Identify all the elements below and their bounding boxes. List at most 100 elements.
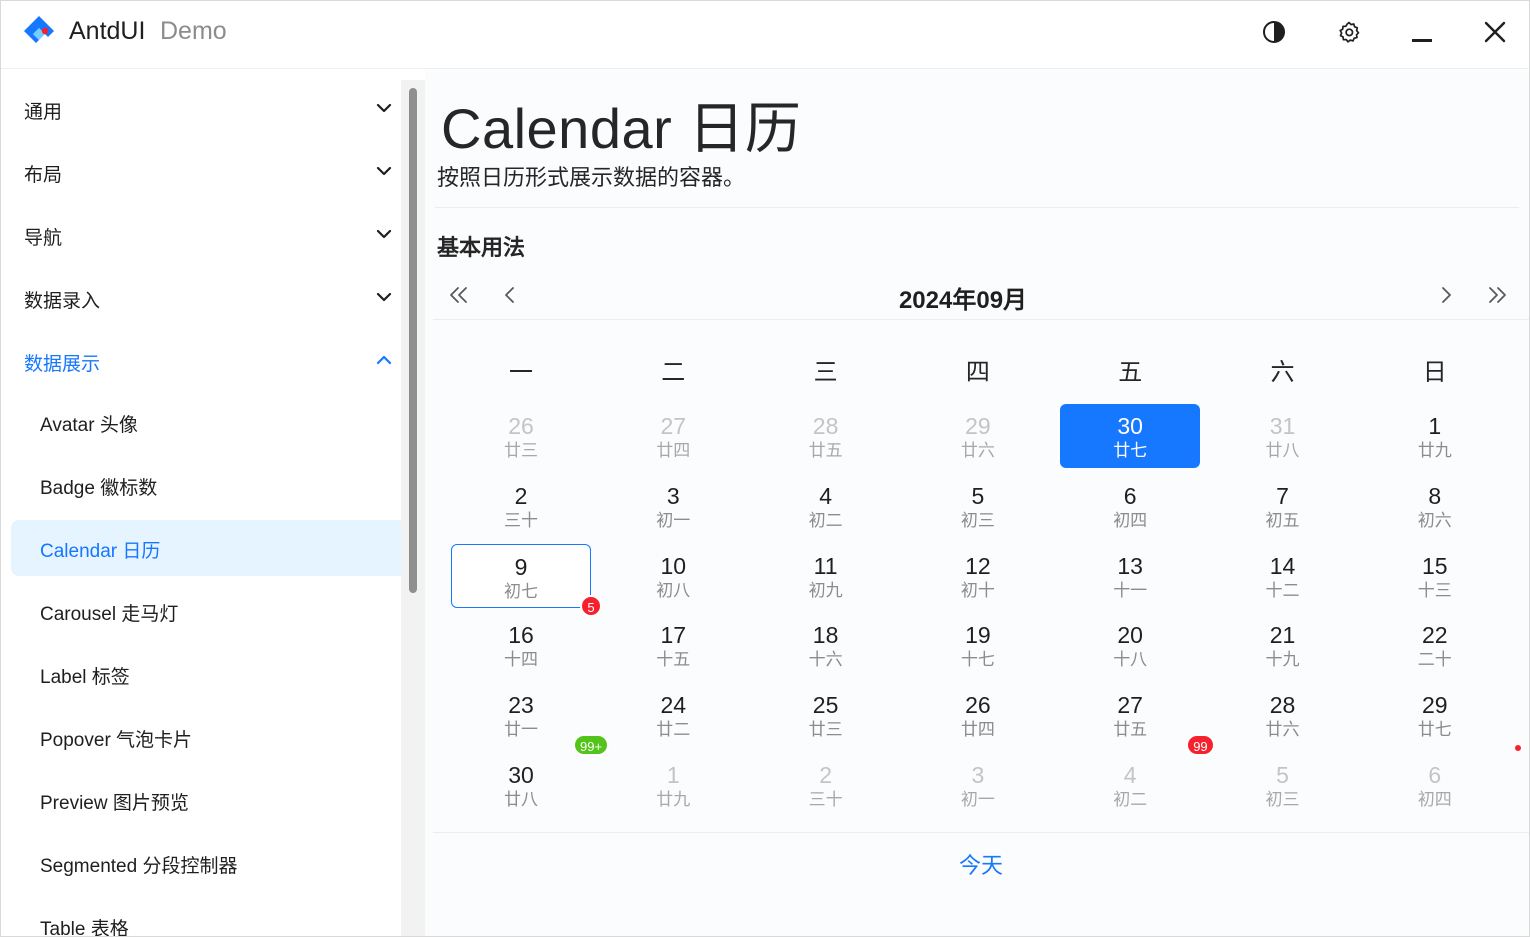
menu-group-data-display[interactable]: 数据展示 [11, 334, 409, 386]
day-number: 28 [812, 413, 839, 439]
calendar-day-cell[interactable]: 24 廿二 [603, 683, 743, 747]
lunar-date: 廿七 [1417, 720, 1452, 740]
calendar-day-cell[interactable]: 2 三十 [451, 474, 591, 538]
lunar-date: 初一 [656, 510, 691, 530]
calendar-day-cell[interactable]: 26 廿四 [908, 683, 1048, 747]
menu-group-data-entry[interactable]: 数据录入 [11, 271, 409, 323]
calendar-day-cell[interactable]: 28 廿五 [756, 404, 896, 468]
sidebar-item-popover[interactable]: Popover 气泡卡片 [11, 709, 425, 765]
day-number: 2 [514, 482, 528, 509]
settings-button[interactable] [1329, 13, 1369, 51]
chevron-left-icon [505, 287, 514, 303]
lunar-date: 初二 [808, 510, 843, 530]
day-number: 16 [508, 622, 534, 649]
calendar-day-cell[interactable]: 20 十八 [1060, 613, 1200, 677]
lunar-date: 初五 [1265, 510, 1300, 530]
calendar-day-cell[interactable]: 10 初八 [603, 544, 743, 608]
menu-group-label: 导航 [24, 228, 63, 249]
calendar-day-cell[interactable]: 19 十七 [908, 613, 1048, 677]
sidebar-item-carousel[interactable]: Carousel 走马灯 [11, 583, 425, 639]
calendar-day-cell[interactable]: 2 三十 [756, 753, 896, 817]
day-number: 30 [1117, 413, 1143, 439]
title-bar: AntdUI Demo [1, 1, 1529, 69]
app-window: AntdUI Demo 通用 布局 导航 数据录入 数据展示 Avatar 头像… [0, 0, 1530, 937]
calendar-day-cell[interactable]: 15 十三 [1365, 544, 1505, 608]
sidebar-item-label: Calendar 日历 [40, 541, 161, 562]
weekday-label: 六 [1270, 359, 1295, 386]
calendar-day-cell[interactable]: 13 十一 [1060, 544, 1200, 608]
sidebar-item-label-tag[interactable]: Label 标签 [11, 646, 425, 702]
divider [435, 207, 1519, 208]
lunar-date: 初十 [960, 580, 995, 600]
prev-month-button[interactable] [492, 280, 528, 310]
calendar-day-cell[interactable]: 30 廿七 [1060, 404, 1201, 468]
sidebar-item-calendar[interactable]: Calendar 日历 [11, 520, 425, 576]
day-number: 6 [1123, 482, 1137, 509]
day-number: 29 [1422, 692, 1448, 719]
calendar-day-cell[interactable]: 5 初三 [908, 474, 1048, 538]
sidebar-scrollbar-thumb[interactable] [409, 88, 417, 593]
day-number: 5 [1276, 762, 1289, 788]
menu-group-general[interactable]: 通用 [11, 82, 409, 134]
day-number: 31 [1269, 413, 1296, 439]
calendar-day-cell[interactable]: 4 初二 [756, 474, 896, 538]
calendar-day-cell[interactable]: 3 初一 [603, 474, 743, 538]
calendar-day-cell[interactable]: 21 十九 [1213, 613, 1353, 677]
calendar-header: 2024年09月 [433, 270, 1529, 320]
sidebar-item-badge[interactable]: Badge 徽标数 [11, 457, 425, 513]
calendar-day-cell[interactable]: 6 初四 [1365, 753, 1505, 817]
calendar-day-cell[interactable]: 12 初十 [908, 544, 1048, 608]
calendar-day-cell[interactable]: 7 初五 [1213, 474, 1353, 538]
calendar-day-cell[interactable]: 1 廿九 [603, 753, 743, 817]
menu-group-label: 布局 [24, 165, 63, 186]
calendar-day-cell[interactable]: 1 廿九 [1365, 404, 1505, 468]
prev-year-button[interactable] [441, 280, 477, 310]
calendar-day-cell[interactable]: 4 初二 [1060, 753, 1200, 817]
lunar-date: 十九 [1265, 650, 1300, 670]
calendar-day-cell[interactable]: 30 廿八 [451, 753, 591, 817]
calendar-day-cell[interactable]: 29 廿七 [1365, 683, 1505, 747]
calendar-day-cell[interactable]: 5 初三 [1213, 753, 1353, 817]
today-button[interactable]: 今天 [941, 848, 1021, 880]
calendar-day-cell[interactable]: 6 初四 [1060, 474, 1200, 538]
lunar-date: 三十 [808, 790, 843, 809]
lunar-date: 初三 [1265, 790, 1300, 809]
sidebar-item-segmented[interactable]: Segmented 分段控制器 [11, 835, 425, 891]
calendar-day-cell[interactable]: 27 廿四 [603, 404, 743, 468]
calendar-day-cell[interactable]: 29 廿六 [908, 404, 1048, 468]
lunar-date: 十四 [504, 650, 538, 670]
next-month-button[interactable] [1428, 280, 1464, 310]
calendar-day-cell[interactable]: 11 初九 [756, 544, 896, 608]
calendar-day-cell[interactable]: 14 十二 [1213, 544, 1353, 608]
sidebar-item-avatar[interactable]: Avatar 头像 [11, 394, 425, 450]
sidebar-item-table[interactable]: Table 表格 [11, 898, 425, 936]
calendar-day-cell[interactable]: 3 初一 [908, 753, 1048, 817]
lunar-date: 三十 [504, 510, 538, 530]
calendar-day-cell[interactable]: 16 十四 [451, 613, 591, 677]
sidebar-item-preview[interactable]: Preview 图片预览 [11, 772, 425, 828]
calendar-day-cell[interactable]: 17 十五 [603, 613, 743, 677]
calendar-day-cell[interactable]: 28 廿六 [1213, 683, 1353, 747]
calendar-day-cell[interactable]: 22 二十 [1365, 613, 1505, 677]
day-number: 20 [1117, 622, 1143, 649]
next-year-button[interactable] [1479, 280, 1515, 310]
calendar-day-cell[interactable]: 9 初七 [451, 543, 591, 608]
calendar-day-cell[interactable]: 31 廿八 [1213, 404, 1353, 468]
day-number: 24 [660, 692, 687, 719]
day-number: 9 [514, 553, 528, 580]
calendar-day-cell[interactable]: 8 初六 [1365, 474, 1505, 538]
calendar-day-cell[interactable]: 18 十六 [756, 613, 896, 677]
day-number: 1 [666, 762, 680, 788]
minimize-button[interactable] [1402, 13, 1442, 51]
menu-group-layout[interactable]: 布局 [11, 145, 409, 197]
theme-toggle-button[interactable] [1254, 13, 1294, 51]
count-badge: 99 [1186, 734, 1215, 757]
day-number: 22 [1422, 622, 1448, 649]
close-button[interactable] [1475, 13, 1515, 51]
calendar-day-cell[interactable]: 23 廿一 [451, 683, 591, 747]
calendar-day-cell[interactable]: 25 廿三 [756, 683, 896, 747]
calendar-day-cell[interactable]: 26 廿三 [451, 404, 591, 468]
weekday-label: 日 [1422, 359, 1447, 386]
calendar-day-cell[interactable]: 27 廿五 [1060, 683, 1200, 747]
menu-group-navigation[interactable]: 导航 [11, 208, 409, 260]
